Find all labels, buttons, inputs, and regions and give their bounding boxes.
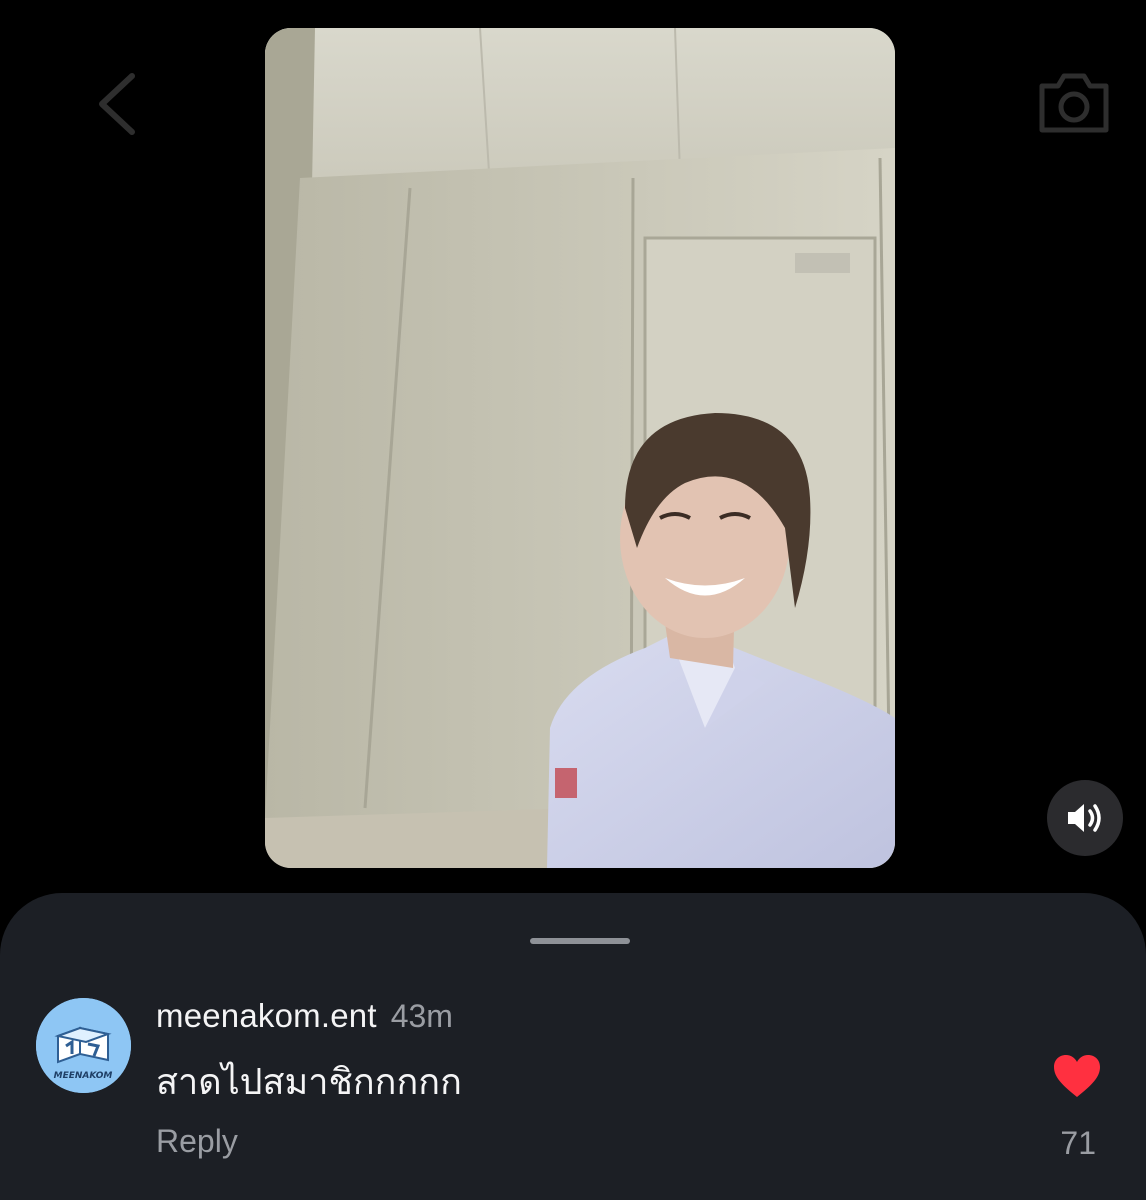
camera-icon bbox=[1039, 73, 1109, 133]
avatar-logo-text: MEENAKOM bbox=[54, 1071, 113, 1081]
camera-button[interactable] bbox=[1036, 68, 1112, 136]
story-reply-screen: MEENAKOM meenakom.ent 43m สาดไปสมาชิกกกก… bbox=[0, 0, 1146, 1200]
comment-timestamp: 43m bbox=[390, 998, 453, 1034]
comment-header: meenakom.ent 43m bbox=[156, 997, 453, 1041]
sound-toggle-button[interactable] bbox=[1047, 780, 1123, 856]
back-button[interactable] bbox=[92, 72, 142, 136]
comment-username[interactable]: meenakom.ent bbox=[156, 997, 377, 1035]
speaker-volume-icon bbox=[1068, 804, 1101, 832]
comments-sheet: MEENAKOM meenakom.ent 43m สาดไปสมาชิกกกก… bbox=[0, 893, 1146, 1200]
video-frame bbox=[265, 28, 895, 868]
story-video[interactable] bbox=[265, 28, 895, 868]
heart-icon[interactable] bbox=[1052, 1053, 1102, 1099]
sheet-grabber[interactable] bbox=[530, 938, 630, 944]
meenakom-logo: MEENAKOM bbox=[36, 998, 131, 1093]
comment-text: สาดไปสมาชิกกกกก bbox=[156, 1062, 462, 1103]
like-count: 71 bbox=[1060, 1125, 1096, 1161]
reply-button[interactable]: Reply bbox=[156, 1123, 238, 1160]
chevron-left-icon bbox=[99, 73, 135, 135]
avatar[interactable]: MEENAKOM bbox=[36, 998, 131, 1093]
